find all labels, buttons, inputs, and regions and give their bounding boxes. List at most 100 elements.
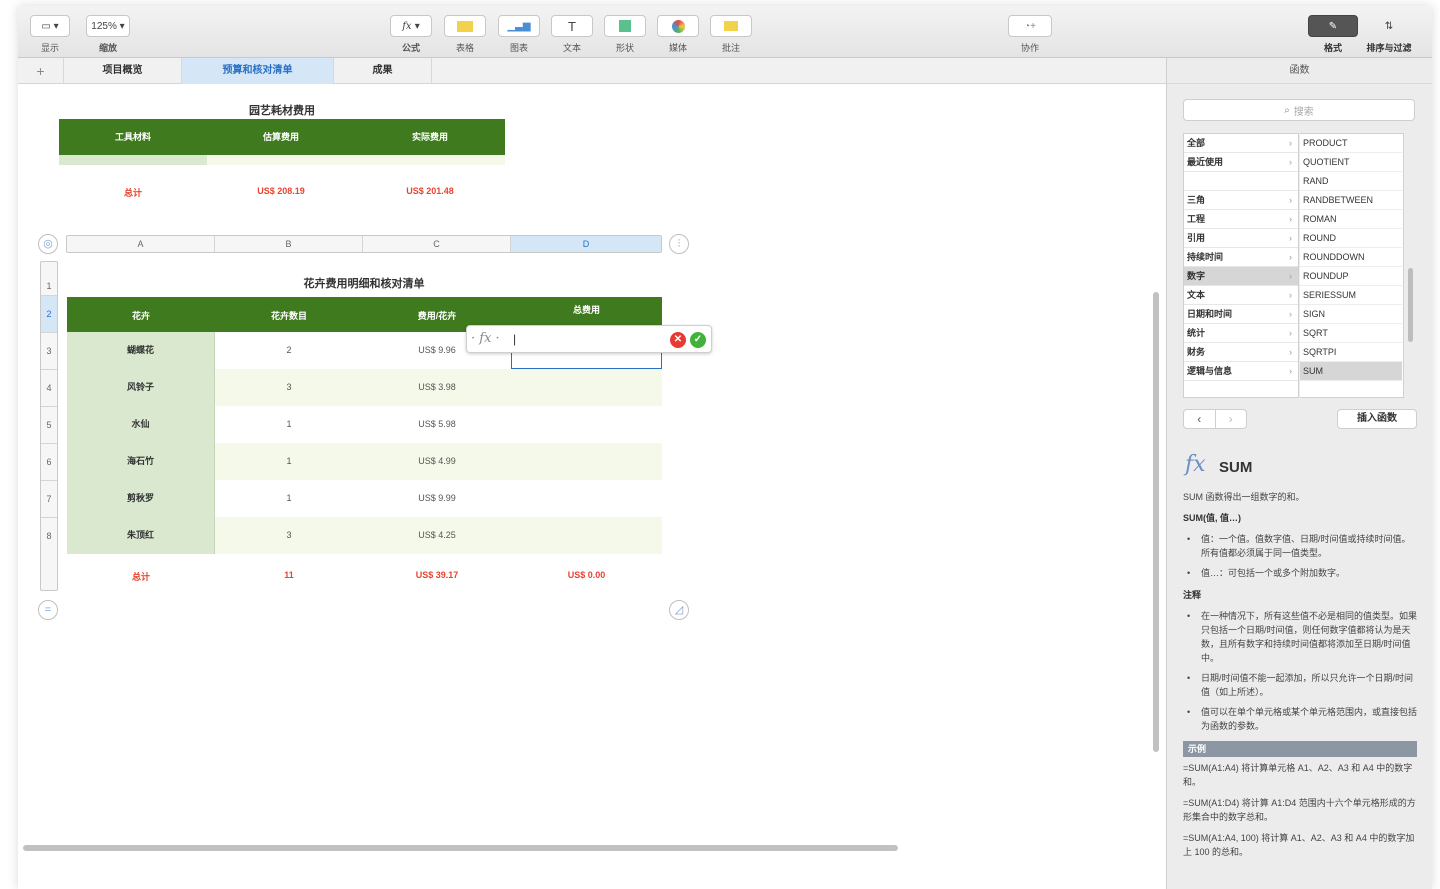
table1-total-estimate[interactable]: US$ 208.19 (207, 186, 355, 196)
function-item[interactable]: SERIESSUM (1300, 286, 1402, 305)
cancel-formula-button[interactable]: ✕ (670, 332, 686, 348)
sort-filter-button[interactable]: ⇅ 排序与过滤 (1364, 15, 1414, 54)
table1-body-row[interactable] (59, 155, 505, 165)
back-arrow-icon[interactable]: ‹ (1184, 410, 1216, 428)
chart-icon[interactable]: ▁▃▆ (498, 15, 540, 37)
table1-header-cell[interactable]: 实际费用 (355, 119, 505, 155)
category-item[interactable]: 财务 › (1184, 343, 1298, 362)
paintbrush-icon[interactable]: ✎ (1308, 15, 1358, 37)
flower-total-cell[interactable] (511, 443, 662, 480)
function-item[interactable]: RAND (1300, 172, 1402, 191)
table2-total-count[interactable]: 11 (215, 570, 363, 580)
table-row[interactable]: 剪秋罗 1 US$ 9.99 (67, 480, 662, 517)
category-item[interactable]: 逻辑与信息 › (1184, 362, 1298, 381)
collaborate-icon[interactable]: ◔+ (1008, 15, 1052, 37)
category-item[interactable]: 工程 › (1184, 210, 1298, 229)
formula-input[interactable]: | (513, 332, 516, 346)
function-search-input[interactable]: ⌕ 搜索 (1183, 99, 1415, 121)
row-number[interactable]: 7 (41, 481, 57, 518)
table2-total-sum[interactable]: US$ 0.00 (511, 570, 662, 580)
horizontal-scrollbar[interactable] (23, 845, 898, 851)
view-control[interactable]: ▭ ▾ 显示 (30, 15, 70, 54)
column-letter[interactable]: B (215, 236, 363, 252)
flower-price-cell[interactable]: US$ 4.99 (363, 443, 511, 480)
row-number-selected[interactable]: 2 (41, 296, 57, 333)
flower-count-cell[interactable]: 3 (215, 369, 363, 406)
flower-total-cell[interactable] (511, 406, 662, 443)
table2-header-cell[interactable]: 花卉 (67, 297, 215, 335)
function-item[interactable]: RANDBETWEEN (1300, 191, 1402, 210)
row-number[interactable]: 4 (41, 370, 57, 407)
flower-count-cell[interactable]: 1 (215, 406, 363, 443)
table1-title[interactable]: 园艺耗材费用 (58, 102, 506, 118)
confirm-formula-button[interactable]: ✓ (690, 332, 706, 348)
category-item[interactable]: 最近使用 › (1184, 153, 1298, 172)
comment-button[interactable]: 批注 (710, 15, 752, 54)
column-header-bar[interactable]: A B C D (66, 235, 662, 253)
flower-name-cell[interactable]: 水仙 (67, 406, 215, 443)
table1-total-label[interactable]: 总计 (59, 186, 207, 199)
flower-price-cell[interactable]: US$ 3.98 (363, 369, 511, 406)
row-number[interactable]: 5 (41, 407, 57, 444)
table-row[interactable]: 水仙 1 US$ 5.98 (67, 406, 662, 443)
flower-price-cell[interactable]: US$ 4.25 (363, 517, 511, 554)
table1-totals-row[interactable]: 总计 US$ 208.19 US$ 201.48 (59, 186, 505, 200)
add-column-handle-icon[interactable]: ⫶ (669, 234, 689, 254)
sidebar-toggle-icon[interactable]: ▭ ▾ (30, 15, 70, 37)
flower-total-cell[interactable] (511, 517, 662, 554)
text-icon[interactable]: T (551, 15, 593, 37)
table2-title[interactable]: 花卉费用明细和核对清单 (66, 275, 662, 291)
row-number[interactable]: 1 (41, 262, 57, 296)
sheet-canvas[interactable]: 园艺耗材费用 工具材料 估算费用 实际费用 总计 US$ 208.19 US$ … (18, 84, 1166, 844)
tab-project-overview[interactable]: 项目概览 (64, 58, 182, 84)
zoom-select[interactable]: 125% ▾ (86, 15, 130, 37)
table2-header-cell[interactable]: 花卉数目 (215, 297, 363, 335)
function-item[interactable]: ROUNDDOWN (1300, 248, 1402, 267)
function-item[interactable]: ROUNDUP (1300, 267, 1402, 286)
table-select-handle-icon[interactable]: ◎ (38, 234, 58, 254)
table-row[interactable]: 风铃子 3 US$ 3.98 (67, 369, 662, 406)
tab-budget-checklist[interactable]: 预算和核对清单 (182, 58, 334, 84)
table1-header-row[interactable]: 工具材料 估算费用 实际费用 (59, 119, 505, 155)
category-item[interactable]: 统计 › (1184, 324, 1298, 343)
function-item-selected[interactable]: SUM (1300, 362, 1402, 381)
shape-button[interactable]: 形状 (604, 15, 646, 54)
function-item[interactable]: ROMAN (1300, 210, 1402, 229)
table-icon[interactable] (444, 15, 486, 37)
column-letter-selected[interactable]: D (511, 236, 661, 252)
zoom-control[interactable]: 125% ▾ 缩放 (86, 15, 130, 54)
media-button[interactable]: 媒体 (657, 15, 699, 54)
forward-arrow-icon[interactable]: › (1216, 410, 1247, 428)
tab-results[interactable]: 成果 (334, 58, 432, 84)
flower-name-cell[interactable]: 蝴蝶花 (67, 332, 215, 369)
function-item[interactable]: QUOTIENT (1300, 153, 1402, 172)
formula-editor[interactable]: · fx · | ✕ ✓ (466, 325, 712, 353)
flower-total-cell[interactable] (511, 480, 662, 517)
flower-name-cell[interactable]: 朱顶红 (67, 517, 215, 554)
chart-button[interactable]: ▁▃▆ 图表 (498, 15, 540, 54)
sort-icon[interactable]: ⇅ (1364, 15, 1414, 37)
row-number[interactable]: 6 (41, 444, 57, 481)
flower-name-cell[interactable]: 海石竹 (67, 443, 215, 480)
function-list-scrollbar[interactable] (1408, 268, 1413, 342)
vertical-scrollbar[interactable] (1153, 292, 1159, 752)
table-row[interactable]: 海石竹 1 US$ 4.99 (67, 443, 662, 480)
insert-function-button[interactable]: 插入函数 (1337, 409, 1417, 429)
function-item[interactable]: ROUND (1300, 229, 1402, 248)
column-letter[interactable]: C (363, 236, 511, 252)
media-icon[interactable] (657, 15, 699, 37)
category-item[interactable]: 全部 › (1184, 134, 1298, 153)
flower-name-cell[interactable]: 剪秋罗 (67, 480, 215, 517)
formula-button[interactable]: fx ▾ 公式 (390, 15, 432, 54)
category-list[interactable]: 全部 › 最近使用 › 三角 › 工程 › 引用 › 持续时间 › 数字 › 文本 › 日期和时… (1183, 133, 1299, 398)
category-item[interactable]: 引用 › (1184, 229, 1298, 248)
add-row-handle-icon[interactable]: = (38, 600, 58, 620)
flower-count-cell[interactable]: 1 (215, 443, 363, 480)
resize-table-handle-icon[interactable]: ◿ (669, 600, 689, 620)
table2-total-label[interactable]: 总计 (67, 570, 215, 583)
comment-icon[interactable] (710, 15, 752, 37)
collaborate-button[interactable]: ◔+ 协作 (1008, 15, 1052, 54)
function-list[interactable]: PRODUCT QUOTIENT RAND RANDBETWEEN ROMAN … (1300, 133, 1404, 398)
fx-icon[interactable]: fx ▾ (390, 15, 432, 37)
function-item[interactable]: PRODUCT (1300, 134, 1402, 153)
